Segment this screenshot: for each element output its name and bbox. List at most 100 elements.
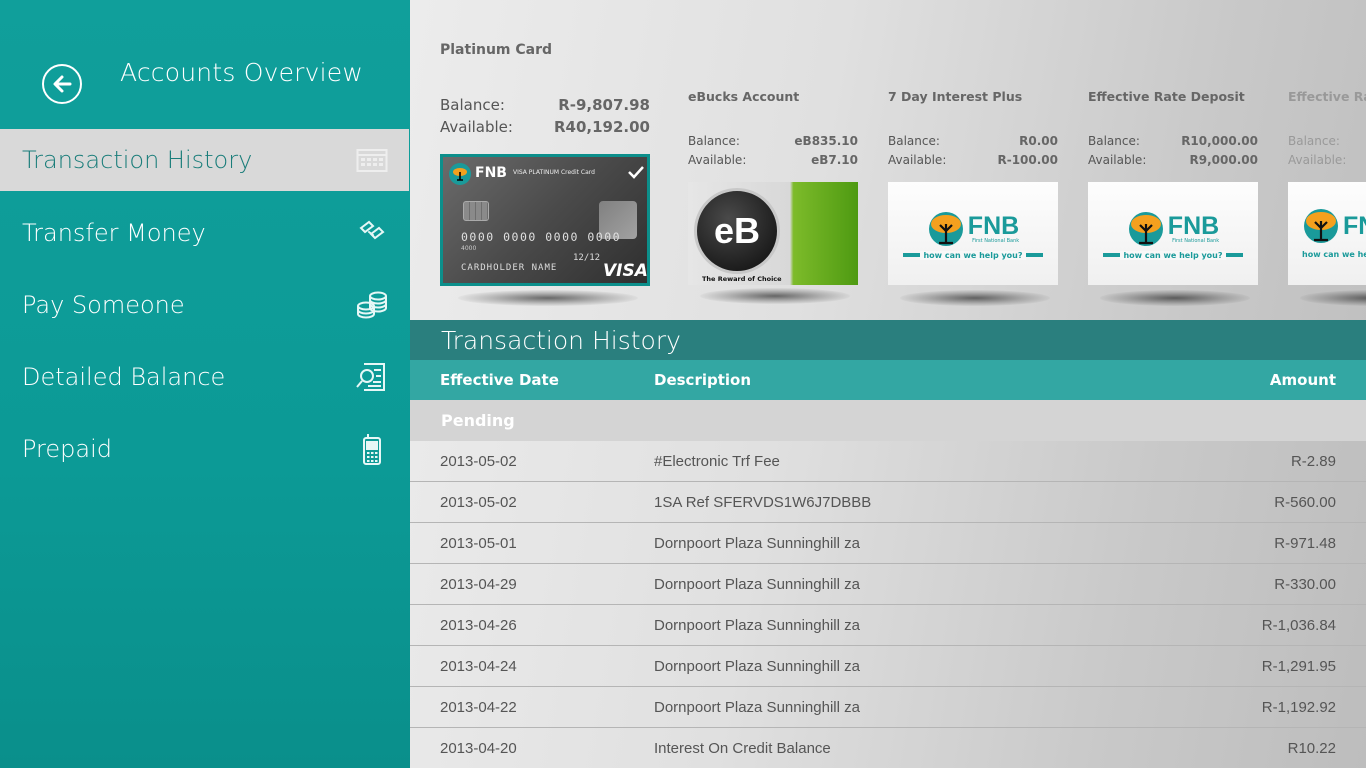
- balance-value: R0.00: [1019, 134, 1058, 148]
- account-name: 7 Day Interest Plus: [888, 89, 1023, 104]
- table-row[interactable]: 2013-04-22 Dornpoort Plaza Sunninghill za…: [410, 687, 1366, 728]
- account-name: Effective Rate: [1288, 89, 1366, 104]
- balance-value: R-9,807.98: [558, 96, 650, 114]
- coins-icon: [354, 287, 390, 323]
- card-shadow: [458, 290, 638, 306]
- check-icon: [628, 166, 644, 179]
- row-amount: R-1,192.92: [1261, 699, 1336, 716]
- fnb-tree-icon: [1304, 209, 1338, 243]
- row-date: 2013-04-22: [440, 699, 517, 716]
- platinum-card-image[interactable]: FNB VISA PLATINUM Credit Card 0000 0000 …: [440, 154, 650, 286]
- row-description: Dornpoort Plaza Sunninghill za: [654, 699, 860, 716]
- table-row[interactable]: 2013-04-26 Dornpoort Plaza Sunninghill za…: [410, 605, 1366, 646]
- account-platinum-card[interactable]: Platinum Card Balance: R-9,807.98 Availa…: [440, 42, 650, 136]
- fnb-tree-icon: [1128, 211, 1163, 246]
- sidebar-item-label: Pay Someone: [22, 291, 185, 319]
- account-name: Effective Rate Deposit: [1088, 89, 1245, 104]
- fnb-tagline-rule: how can we help you?: [903, 250, 1043, 260]
- sidebar-item-prepaid[interactable]: Prepaid: [0, 418, 410, 480]
- mobile-phone-icon: [354, 431, 390, 467]
- account-name: Platinum Card: [440, 42, 553, 58]
- table-row[interactable]: 2013-04-29 Dornpoort Plaza Sunninghill za…: [410, 564, 1366, 605]
- account-7-day-interest-plus[interactable]: 7 Day Interest Plus Balance: R0.00 Avail…: [888, 89, 1058, 167]
- card-chip-icon: [463, 201, 489, 221]
- fnb-logo-image[interactable]: FNB how can we help you?: [1288, 182, 1366, 285]
- row-date: 2013-05-02: [440, 494, 517, 511]
- card-product: VISA PLATINUM Credit Card: [513, 169, 595, 176]
- sidebar: Accounts Overview Transaction History Tr…: [0, 0, 410, 768]
- available-label: Available:: [888, 153, 947, 167]
- balance-label: Balance:: [440, 96, 505, 114]
- card-small-number: 4000: [461, 245, 477, 252]
- table-row[interactable]: 2013-05-02 #Electronic Trf Fee R-2.89: [410, 441, 1366, 482]
- table-row[interactable]: 2013-04-24 Dornpoort Plaza Sunninghill za…: [410, 646, 1366, 687]
- sidebar-item-label: Detailed Balance: [22, 363, 226, 391]
- fnb-tagline: how can we help you?: [1302, 250, 1366, 259]
- ebucks-icon: eB: [694, 188, 780, 274]
- balance-row: Balance: R10,000.00: [1088, 134, 1258, 148]
- fnb-name: FNB: [1167, 211, 1220, 240]
- fnb-logo-image[interactable]: FNB First National Bank how can we help …: [888, 182, 1058, 285]
- account-ebucks[interactable]: eBucks Account Balance: eB835.10 Availab…: [688, 89, 858, 167]
- available-label: Available:: [1288, 153, 1347, 167]
- balance-label: Balance:: [688, 134, 740, 148]
- available-row: Available: R40,192.00: [440, 118, 650, 136]
- available-row: Available:: [1288, 153, 1366, 167]
- available-value: eB7.10: [811, 153, 858, 167]
- fnb-subtitle: First National Bank: [972, 237, 1020, 244]
- fnb-logo-image[interactable]: FNB First National Bank how can we help …: [1088, 182, 1258, 285]
- transaction-history-header: Transaction History: [410, 320, 1366, 360]
- row-description: 1SA Ref SFERVDS1W6J7DBBB: [654, 494, 872, 511]
- available-label: Available:: [1088, 153, 1147, 167]
- column-effective-date[interactable]: Effective Date: [440, 371, 559, 389]
- table-row[interactable]: 2013-04-20 Interest On Credit Balance R10.…: [410, 728, 1366, 768]
- back-button[interactable]: [42, 64, 82, 104]
- card-expiry: 12/12: [573, 253, 601, 263]
- balance-row: Balance:: [1288, 134, 1366, 148]
- row-amount: R-971.48: [1274, 535, 1336, 552]
- row-date: 2013-04-26: [440, 617, 517, 634]
- available-row: Available: eB7.10: [688, 153, 858, 167]
- account-effective-rate-deposit[interactable]: Effective Rate Deposit Balance: R10,000.…: [1088, 89, 1258, 167]
- row-amount: R-330.00: [1274, 576, 1336, 593]
- sidebar-item-transfer-money[interactable]: Transfer Money: [0, 202, 410, 264]
- fnb-tree-icon: [449, 163, 471, 185]
- fnb-tagline: how can we help you?: [920, 250, 1026, 260]
- column-description[interactable]: Description: [654, 371, 751, 389]
- card-number: 0000 0000 0000 0000: [461, 230, 622, 244]
- balance-value: R10,000.00: [1181, 134, 1258, 148]
- table-row[interactable]: 2013-05-02 1SA Ref SFERVDS1W6J7DBBB R-560.…: [410, 482, 1366, 523]
- sidebar-item-pay-someone[interactable]: Pay Someone: [0, 274, 410, 336]
- fnb-name: FNB: [967, 211, 1020, 240]
- fnb-subtitle: First National Bank: [1172, 237, 1220, 244]
- fnb-name: FNB: [1343, 212, 1366, 240]
- balance-label: Balance:: [1288, 134, 1340, 148]
- account-name: eBucks Account: [688, 89, 800, 104]
- column-amount[interactable]: Amount: [1270, 371, 1336, 389]
- sidebar-item-transaction-history[interactable]: Transaction History: [0, 129, 409, 191]
- calendar-icon: [354, 142, 390, 178]
- transfer-icon: [354, 215, 390, 251]
- section-title: Transaction History: [441, 325, 681, 355]
- available-label: Available:: [688, 153, 747, 167]
- row-date: 2013-04-24: [440, 658, 517, 675]
- available-value: R9,000.00: [1189, 153, 1258, 167]
- back-arrow-icon: [53, 75, 72, 93]
- column-headers: Effective Date Description Amount: [410, 360, 1366, 400]
- row-date: 2013-04-29: [440, 576, 517, 593]
- row-date: 2013-05-01: [440, 535, 517, 552]
- row-description: Interest On Credit Balance: [654, 740, 831, 757]
- sidebar-item-detailed-balance[interactable]: Detailed Balance: [0, 346, 410, 408]
- card-shadow: [1100, 290, 1250, 306]
- fnb-tagline: how can we help you?: [1120, 250, 1226, 260]
- sidebar-item-label: Transfer Money: [22, 219, 206, 247]
- row-amount: R-560.00: [1274, 494, 1336, 511]
- table-row[interactable]: 2013-05-01 Dornpoort Plaza Sunninghill za…: [410, 523, 1366, 564]
- card-bank-name: FNB: [475, 165, 507, 181]
- row-description: #Electronic Trf Fee: [654, 453, 780, 470]
- group-label: Pending: [441, 411, 515, 430]
- balance-value: eB835.10: [794, 134, 858, 148]
- ebucks-logo-image[interactable]: eB The Reward of Choice: [688, 182, 858, 285]
- account-effective-rate[interactable]: Effective Rate Balance: Available:: [1288, 89, 1366, 167]
- card-holder: CARDHOLDER NAME: [461, 263, 558, 273]
